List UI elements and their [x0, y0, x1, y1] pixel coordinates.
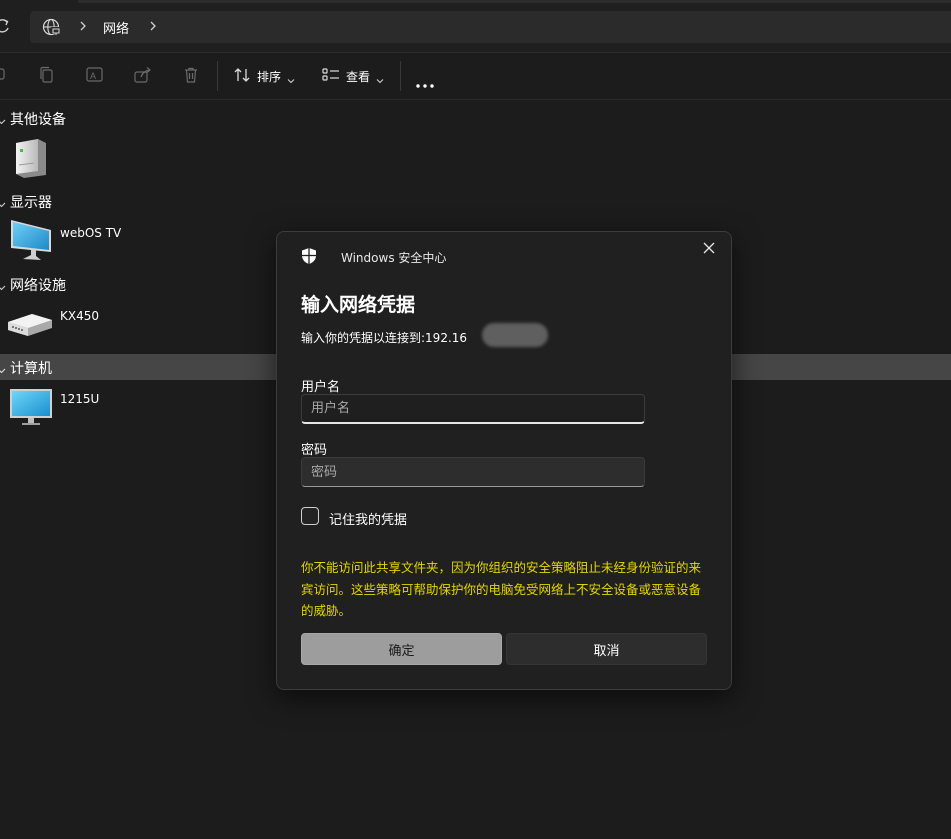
group-title: 其他设备 — [10, 112, 66, 128]
view-icon[interactable] — [322, 66, 340, 84]
ai-rename-icon[interactable]: A — [86, 66, 104, 84]
group-title: 显示器 — [10, 195, 52, 211]
chevron-right-icon[interactable] — [78, 18, 88, 34]
password-label: 密码 — [301, 443, 328, 458]
chevron-down-icon[interactable] — [0, 277, 6, 291]
device-name[interactable]: 1215U — [60, 392, 99, 406]
copy-icon[interactable] — [38, 66, 56, 84]
shield-icon — [301, 247, 317, 265]
group-title: 计算机 — [10, 361, 52, 377]
chevron-down-icon[interactable] — [0, 360, 6, 374]
toolbar-divider — [400, 61, 401, 91]
remember-label[interactable]: 记住我的凭据 — [329, 509, 407, 528]
warning-message: 你不能访问此共享文件夹，因为你组织的安全策略阻止未经身份验证的来宾访问。这些策略… — [301, 560, 702, 618]
computer-icon[interactable] — [9, 387, 53, 431]
username-label: 用户名 — [301, 380, 341, 395]
chevron-down-icon[interactable] — [287, 70, 295, 84]
group-header-other-devices[interactable]: 其他设备 — [0, 105, 951, 131]
chevron-down-icon[interactable] — [0, 194, 6, 208]
breadcrumb-bar[interactable] — [30, 11, 951, 43]
close-icon[interactable] — [701, 240, 717, 256]
chevron-right-icon[interactable] — [148, 18, 158, 34]
ok-button[interactable]: 确定 — [301, 633, 502, 665]
delete-icon[interactable] — [182, 66, 200, 84]
dialog-app-name: Windows 安全中心 — [341, 251, 447, 265]
remember-checkbox[interactable] — [301, 507, 319, 525]
username-field[interactable] — [301, 394, 645, 424]
chevron-down-icon[interactable] — [376, 70, 384, 84]
share-icon[interactable] — [134, 66, 152, 84]
monitor-icon[interactable] — [9, 218, 53, 266]
device-name[interactable]: webOS TV — [60, 226, 121, 240]
password-field[interactable] — [301, 457, 645, 487]
redacted-address — [482, 323, 548, 347]
group-title: 网络设施 — [10, 278, 66, 294]
sort-button[interactable]: 排序 — [257, 68, 281, 85]
cancel-button[interactable]: 取消 — [506, 633, 707, 665]
rename-icon[interactable] — [0, 66, 10, 84]
group-header-displays[interactable]: 显示器 — [0, 188, 951, 214]
view-button[interactable]: 查看 — [346, 68, 370, 85]
more-icon[interactable] — [415, 74, 435, 88]
sort-icon[interactable] — [233, 66, 251, 84]
svg-text:A: A — [90, 71, 96, 81]
router-icon[interactable] — [6, 308, 54, 342]
toolbar-divider — [217, 61, 218, 91]
network-globe-icon — [42, 18, 60, 36]
credential-dialog: Windows 安全中心 输入网络凭据 输入你的凭据以连接到:192.16 用户… — [276, 231, 732, 690]
dialog-title: 输入网络凭据 — [301, 294, 416, 316]
tab-strip-edge — [78, 0, 951, 3]
refresh-icon[interactable] — [0, 16, 12, 36]
breadcrumb-item-network[interactable]: 网络 — [103, 18, 129, 37]
server-icon[interactable] — [12, 137, 50, 183]
chevron-down-icon[interactable] — [0, 111, 6, 125]
dialog-subtitle: 输入你的凭据以连接到:192.16 — [301, 331, 468, 345]
device-name[interactable]: KX450 — [60, 309, 99, 323]
